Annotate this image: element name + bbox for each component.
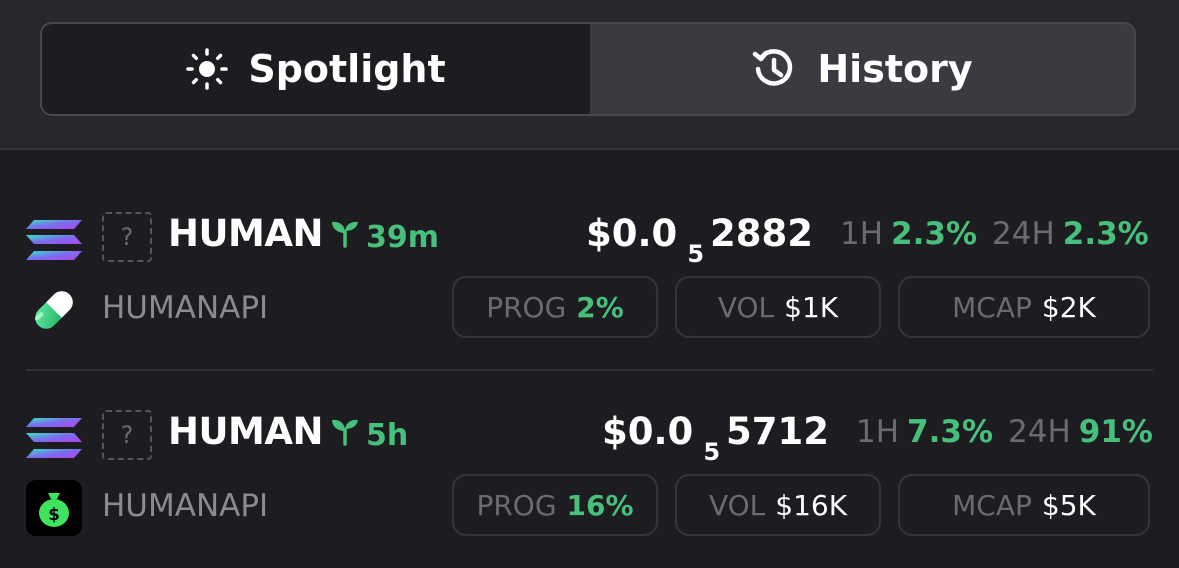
row-divider xyxy=(26,369,1153,371)
tab-spotlight-label: Spotlight xyxy=(248,47,446,91)
sprout-icon xyxy=(330,416,360,454)
pill-icon xyxy=(26,282,82,338)
solana-icon xyxy=(26,220,82,264)
vol-chip: VOL $16K xyxy=(675,474,881,536)
token-age-value: 5h xyxy=(366,417,409,453)
change-24h-label: 24H xyxy=(1008,414,1071,450)
vol-value: $1K xyxy=(784,290,839,324)
history-icon xyxy=(751,46,797,92)
price-prefix: $0.0 xyxy=(602,410,694,453)
mcap-value: $2K xyxy=(1041,290,1096,324)
change-1h-label: 1H xyxy=(840,216,884,252)
token-ticker: HUMAN xyxy=(168,410,323,453)
placeholder-icon: ? xyxy=(102,212,152,262)
vol-value: $16K xyxy=(775,488,848,522)
change-1h: 1H 2.3% xyxy=(840,216,977,252)
mcap-value: $5K xyxy=(1041,488,1096,522)
vol-chip: VOL $1K xyxy=(675,276,881,338)
tab-history-label: History xyxy=(817,47,973,91)
change-1h-value: 7.3% xyxy=(907,414,994,450)
mcap-chip: MCAP $5K xyxy=(898,474,1150,536)
vol-label: VOL xyxy=(708,488,766,522)
svg-text:$: $ xyxy=(48,505,60,525)
token-age: 39m xyxy=(330,218,439,256)
view-toggle: Spotlight History xyxy=(40,22,1136,116)
sprout-icon xyxy=(330,218,360,256)
change-24h-value: 2.3% xyxy=(1062,216,1149,252)
prog-label: PROG xyxy=(486,290,567,324)
change-24h: 24H 2.3% xyxy=(992,216,1149,252)
token-row[interactable]: ? HUMAN 5h $0.0 5 5712 1H 7.3% 24H 91% $ HUM… xyxy=(0,388,1179,568)
money-bag-icon: $ xyxy=(26,480,82,536)
token-name: HUMANAPI xyxy=(102,290,269,326)
token-row[interactable]: ? HUMAN 39m $0.0 5 2882 1H 2.3% 24H 2.3% HUM… xyxy=(0,190,1179,370)
price-zero-count: 5 xyxy=(703,438,721,466)
price-prefix: $0.0 xyxy=(586,212,678,255)
prog-label: PROG xyxy=(476,488,557,522)
change-24h-value: 91% xyxy=(1078,414,1153,450)
prog-value: 16% xyxy=(566,488,634,522)
change-1h-label: 1H xyxy=(856,414,900,450)
mcap-label: MCAP xyxy=(952,488,1032,522)
placeholder-icon: ? xyxy=(102,410,152,460)
mcap-label: MCAP xyxy=(952,290,1032,324)
vol-label: VOL xyxy=(717,290,775,324)
change-24h-label: 24H xyxy=(992,216,1055,252)
token-price: $0.0 5 5712 xyxy=(602,410,829,466)
token-price: $0.0 5 2882 xyxy=(586,212,813,268)
sun-icon xyxy=(186,48,229,90)
prog-chip: PROG 16% xyxy=(452,474,658,536)
price-digits: 2882 xyxy=(710,212,813,255)
top-bar: Spotlight History xyxy=(0,0,1179,150)
token-ticker: HUMAN xyxy=(168,212,323,255)
mcap-chip: MCAP $2K xyxy=(898,276,1150,338)
price-digits: 5712 xyxy=(726,410,829,453)
prog-value: 2% xyxy=(576,290,624,324)
token-name: HUMANAPI xyxy=(102,488,269,524)
price-zero-count: 5 xyxy=(687,240,705,268)
tab-history[interactable]: History xyxy=(590,24,1134,114)
change-1h: 1H 7.3% xyxy=(856,414,993,450)
change-24h: 24H 91% xyxy=(1008,414,1153,450)
token-age: 5h xyxy=(330,416,408,454)
solana-icon xyxy=(26,418,82,462)
change-1h-value: 2.3% xyxy=(891,216,978,252)
prog-chip: PROG 2% xyxy=(452,276,658,338)
token-age-value: 39m xyxy=(366,219,440,255)
tab-spotlight[interactable]: Spotlight xyxy=(42,24,590,114)
